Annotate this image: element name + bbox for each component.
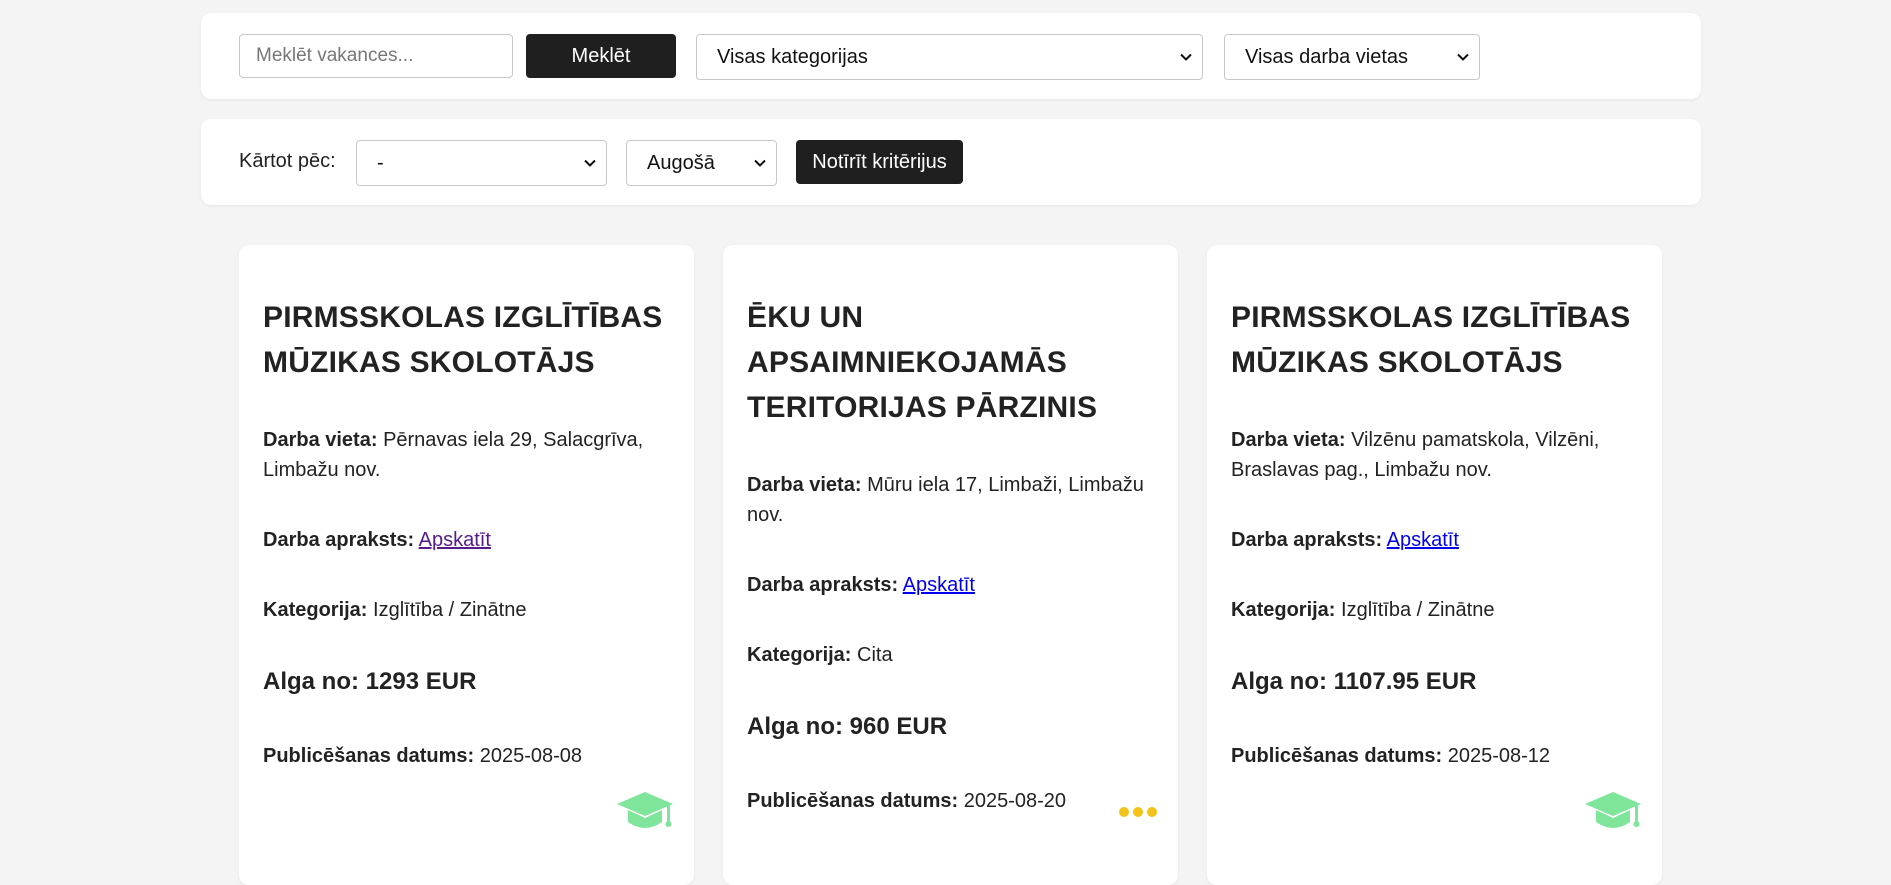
job-location: Darba vieta: Vilzēnu pamatskola, Vilzēni… [1231, 429, 1600, 481]
chevron-down-icon [584, 159, 596, 167]
sort-field-select[interactable]: - [356, 140, 607, 186]
clear-criteria-button[interactable]: Notīrīt kritērijus [796, 140, 963, 184]
chevron-down-icon [754, 159, 766, 167]
sort-panel: Kārtot pēc: - Augošā Notīrīt kritērijus [201, 119, 1701, 205]
job-published-date: Publicēšanas datums: 2025-08-20 [747, 790, 1067, 812]
graduation-cap-icon [617, 792, 673, 828]
job-category: Kategorija: Cita [747, 644, 893, 666]
job-location: Darba vieta: Pērnavas iela 29, Salacgrīv… [263, 429, 644, 481]
location-select[interactable]: Visas darba vietas [1224, 34, 1480, 80]
view-description-link[interactable]: Apskatīt [1387, 529, 1459, 551]
chevron-down-icon [1180, 53, 1192, 61]
job-description: Darba apraksts: Apskatīt [263, 529, 491, 551]
sort-label: Kārtot pēc: [239, 150, 336, 172]
job-location: Darba vieta: Mūru iela 17, Limbaži, Limb… [747, 474, 1144, 526]
job-title: ĒKU UN APSAIMNIEKOJAMĀS TERITORIJAS PĀRZ… [747, 301, 1098, 424]
job-category: Kategorija: Izglītība / Zinātne [263, 599, 527, 621]
ellipsis-icon [1119, 807, 1157, 817]
search-panel: Meklēt Visas kategorijas Visas darba vie… [201, 13, 1701, 99]
job-card: PIRMSSKOLAS IZGLĪTĪBAS MŪZIKAS SKOLOTĀJS… [239, 245, 694, 885]
view-description-link[interactable]: Apskatīt [903, 574, 975, 596]
sort-field-value: - [377, 151, 384, 174]
category-select[interactable]: Visas kategorijas [696, 34, 1203, 80]
job-card: ĒKU UN APSAIMNIEKOJAMĀS TERITORIJAS PĀRZ… [723, 245, 1178, 885]
job-published-date: Publicēšanas datums: 2025-08-08 [263, 745, 583, 767]
job-title: PIRMSSKOLAS IZGLĪTĪBAS MŪZIKAS SKOLOTĀJS [263, 301, 663, 379]
job-description: Darba apraksts: Apskatīt [747, 574, 975, 596]
search-input[interactable] [239, 34, 513, 78]
job-salary: Alga no: 960 EUR [747, 713, 948, 740]
chevron-down-icon [1457, 53, 1469, 61]
job-salary: Alga no: 1107.95 EUR [1231, 668, 1477, 695]
job-published-date: Publicēšanas datums: 2025-08-12 [1231, 745, 1551, 767]
job-salary: Alga no: 1293 EUR [263, 668, 477, 695]
graduation-cap-icon [1585, 792, 1641, 828]
job-category: Kategorija: Izglītība / Zinātne [1231, 599, 1495, 621]
job-title: PIRMSSKOLAS IZGLĪTĪBAS MŪZIKAS SKOLOTĀJS [1231, 301, 1631, 379]
job-card: PIRMSSKOLAS IZGLĪTĪBAS MŪZIKAS SKOLOTĀJS… [1207, 245, 1662, 885]
job-description: Darba apraksts: Apskatīt [1231, 529, 1459, 551]
location-select-value: Visas darba vietas [1245, 45, 1409, 68]
category-select-value: Visas kategorijas [717, 45, 868, 68]
sort-order-select[interactable]: Augošā [626, 140, 777, 186]
sort-order-value: Augošā [647, 151, 715, 174]
view-description-link[interactable]: Apskatīt [419, 529, 491, 551]
search-button[interactable]: Meklēt [526, 34, 676, 78]
